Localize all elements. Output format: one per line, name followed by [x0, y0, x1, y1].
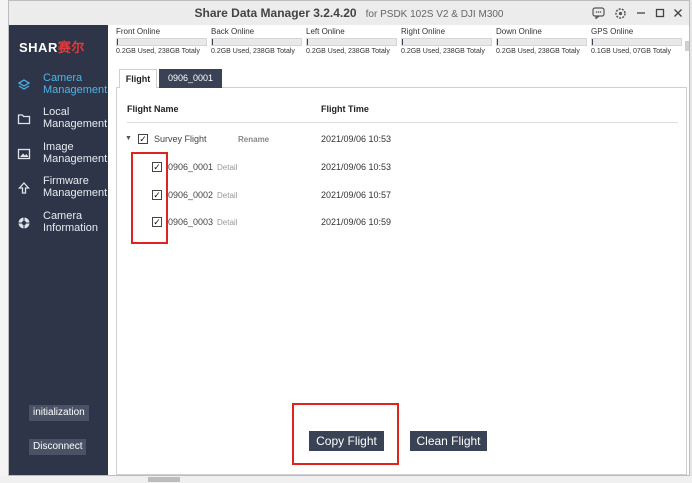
header-scroll-handle[interactable] [685, 41, 689, 51]
disconnect-button[interactable]: Disconnect [29, 439, 87, 455]
drive-name: Down Online [496, 27, 542, 36]
flight-time: 2021/09/06 10:59 [321, 217, 392, 227]
sidebar-item-label: Image Management [43, 141, 108, 165]
drive-name: GPS Online [591, 27, 634, 36]
flight-panel: Flight Name Flight Time ▼ ✓ Survey Fligh… [116, 88, 687, 475]
drive-usage-text: 0.2GB Used, 238GB Totaly [496, 48, 580, 55]
column-header-flight-name: Flight Name [127, 104, 179, 114]
drive-name: Right Online [401, 27, 446, 36]
flight-time: 2021/09/06 10:57 [321, 190, 392, 200]
drive-status-right: Right Online 0.2GB Used, 238GB Totaly [401, 27, 492, 55]
layers-icon [17, 78, 31, 92]
rename-link[interactable]: Rename [238, 135, 269, 144]
sidebar-item-label: Local Management [43, 106, 108, 130]
tab-flight[interactable]: Flight [119, 69, 157, 88]
sidebar-item-image-management[interactable]: Image Management [9, 138, 108, 172]
folder-icon [17, 112, 31, 126]
flight-time: 2021/09/06 10:53 [321, 162, 392, 172]
collapse-caret-icon[interactable]: ▼ [125, 135, 132, 142]
column-header-flight-time: Flight Time [321, 104, 369, 114]
detail-link[interactable]: Detail [217, 218, 237, 227]
drive-usage-bar [306, 38, 397, 46]
sidebar-item-firmware-management[interactable]: Firmware Management [9, 172, 108, 206]
settings-icon[interactable] [612, 5, 628, 21]
flight-row: ✓ 0906_0001 Detail 2021/09/06 10:53 [117, 161, 688, 175]
drive-name: Front Online [116, 27, 161, 36]
drive-usage-text: 0.2GB Used, 238GB Totaly [401, 48, 485, 55]
checkbox-highlight-box [131, 152, 168, 244]
upgrade-icon [17, 181, 31, 195]
app-title: Share Data Manager 3.2.4.20 [194, 6, 357, 20]
drive-usage-bar [591, 38, 682, 46]
drive-status-down: Down Online 0.2GB Used, 238GB Totaly [496, 27, 587, 55]
drive-usage-bar [401, 38, 492, 46]
tab-strip: Flight 0906_0001 [116, 67, 687, 88]
drive-usage-bar [116, 38, 207, 46]
drive-name: Back Online [211, 27, 255, 36]
sidebar-item-camera-management[interactable]: Camera Management [9, 69, 108, 103]
sidebar-item-label: Camera Information [43, 210, 99, 234]
flight-name: 0906_0003 [168, 217, 214, 227]
drive-usage-bar [211, 38, 302, 46]
tab-0906-0001[interactable]: 0906_0001 [159, 69, 222, 88]
background-window-edge [0, 0, 8, 483]
sidebar: SHAR赛尔 Camera Management Local Management … [9, 25, 108, 475]
close-icon[interactable] [670, 5, 686, 21]
flight-row: ✓ 0906_0002 Detail 2021/09/06 10:57 [117, 189, 688, 203]
minimize-icon[interactable] [633, 5, 649, 21]
drive-usage-text: 0.2GB Used, 238GB Totaly [211, 48, 295, 55]
drive-status-left: Left Online 0.2GB Used, 238GB Totaly [306, 27, 397, 55]
initialization-button[interactable]: initialization [29, 405, 89, 421]
drive-usage-text: 0.1GB Used, 07GB Totaly [591, 48, 672, 55]
group-name: Survey Flight [154, 134, 207, 144]
app-subtitle: for PSDK 102S V2 & DJI M300 [365, 9, 504, 20]
maximize-icon[interactable] [652, 5, 668, 21]
title-bar: Share Data Manager 3.2.4.20 for PSDK 102… [9, 1, 689, 25]
camera-info-icon [17, 216, 31, 230]
group-checkbox[interactable]: ✓ [138, 134, 148, 144]
detail-link[interactable]: Detail [217, 191, 237, 200]
detail-link[interactable]: Detail [217, 163, 237, 172]
drive-usage-bar [496, 38, 587, 46]
flight-row: ✓ 0906_0003 Detail 2021/09/06 10:59 [117, 216, 688, 230]
brand-logo: SHAR赛尔 [19, 40, 85, 55]
flight-name: 0906_0001 [168, 162, 214, 172]
app-window: Share Data Manager 3.2.4.20 for PSDK 102… [8, 0, 690, 476]
flight-name: 0906_0002 [168, 190, 214, 200]
window-title: Share Data Manager 3.2.4.20 for PSDK 102… [9, 6, 689, 20]
group-time: 2021/09/06 10:53 [321, 134, 392, 144]
chat-icon[interactable] [590, 5, 606, 21]
sidebar-item-label: Firmware Management [43, 175, 108, 199]
image-icon [17, 147, 31, 161]
flight-group-row: ▼ ✓ Survey Flight Rename 2021/09/06 10:5… [117, 133, 688, 147]
drive-name: Left Online [306, 27, 345, 36]
drive-status-front: Front Online 0.2GB Used, 238GB Totaly [116, 27, 207, 55]
drive-status-back: Back Online 0.2GB Used, 238GB Totaly [211, 27, 302, 55]
sidebar-item-local-management[interactable]: Local Management [9, 103, 108, 137]
taskbar-strip [0, 476, 692, 483]
drive-usage-text: 0.2GB Used, 238GB Totaly [306, 48, 390, 55]
header-divider [127, 122, 678, 123]
clean-flight-button[interactable]: Clean Flight [410, 431, 487, 451]
drive-status-gps: GPS Online 0.1GB Used, 07GB Totaly [591, 27, 682, 55]
drive-usage-text: 0.2GB Used, 238GB Totaly [116, 48, 200, 55]
sidebar-item-label: Camera Management [43, 72, 108, 96]
sidebar-item-camera-information[interactable]: Camera Information [9, 207, 108, 241]
copy-flight-button[interactable]: Copy Flight [309, 431, 384, 451]
taskbar-item [148, 477, 180, 482]
